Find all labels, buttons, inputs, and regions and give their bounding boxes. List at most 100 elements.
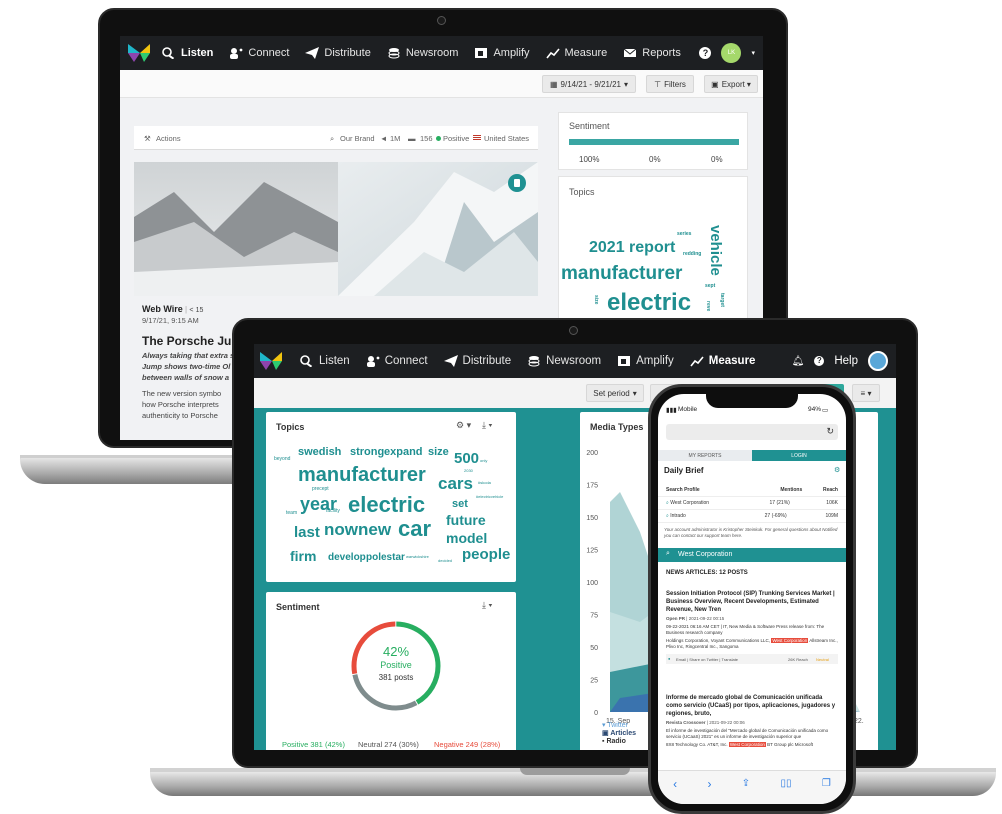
bookmarks-icon[interactable]: ▯▯ xyxy=(780,778,791,789)
gear-icon[interactable]: ⚙ xyxy=(834,466,840,474)
word[interactable]: #skoda xyxy=(478,480,491,485)
word[interactable]: 2021 report xyxy=(589,239,675,257)
actions-label[interactable]: Actions xyxy=(156,134,181,143)
nav-listen[interactable]: Listen xyxy=(300,355,350,367)
word[interactable]: sept xyxy=(705,283,715,289)
word[interactable]: facility xyxy=(326,508,340,514)
article-title[interactable]: Informe de mercado global de Comunicació… xyxy=(666,694,838,718)
nav-listen[interactable]: Listen xyxy=(162,47,213,59)
profile-bar[interactable]: ⌕ West Corporation xyxy=(658,548,846,562)
word[interactable]: model xyxy=(446,530,487,546)
reload-icon[interactable]: ↻ xyxy=(826,426,834,437)
word[interactable]: car xyxy=(398,516,431,542)
reach-value: 26K Reach xyxy=(788,657,808,662)
word[interactable]: warwickshire xyxy=(406,554,429,559)
help-icon[interactable]: ? xyxy=(814,356,825,366)
word[interactable]: expand xyxy=(384,446,423,458)
browser-url-bar[interactable]: ↻ xyxy=(666,424,838,440)
download-icon[interactable]: ⤓ ▾ xyxy=(482,600,492,611)
filters-button[interactable]: ⊤ Filters xyxy=(646,75,694,93)
tab-my-reports[interactable]: MY REPORTS xyxy=(658,450,752,461)
word[interactable]: set xyxy=(452,498,468,510)
nav-newsroom[interactable]: Newsroom xyxy=(527,355,601,367)
word[interactable]: swedish xyxy=(298,446,341,458)
word[interactable]: redding xyxy=(683,251,701,257)
export-button[interactable]: ▣ Export ▾ xyxy=(704,75,758,93)
amplify-icon xyxy=(475,48,488,58)
download-icon[interactable]: ⤓ ▾ xyxy=(482,420,492,431)
article-title[interactable]: Session Initiation Protocol (SIP) Trunki… xyxy=(666,590,838,614)
tabs-icon[interactable]: ❐ xyxy=(822,778,831,789)
word[interactable]: electric xyxy=(607,289,691,317)
word[interactable]: precept xyxy=(312,486,329,492)
table-row[interactable]: ⌕ Intrado 27 (-69%) 109M xyxy=(658,510,846,523)
article-title[interactable]: The Porsche Jur xyxy=(142,334,236,348)
positive-dot-icon xyxy=(436,136,441,141)
word[interactable]: series xyxy=(677,231,691,237)
word[interactable]: #electricvehicle xyxy=(476,494,503,499)
news-article[interactable]: Session Initiation Protocol (SIP) Trunki… xyxy=(666,590,838,664)
word[interactable]: nownew xyxy=(324,520,391,540)
word[interactable]: manufacturer xyxy=(298,464,426,487)
menu-button[interactable]: ≡ ▾ xyxy=(852,384,880,402)
legend-negative[interactable]: Negative 249 (28%) xyxy=(434,740,500,749)
table-row[interactable]: ⌕ West Corporation 17 (21%) 106K xyxy=(658,497,846,510)
word[interactable]: strong xyxy=(350,446,384,458)
legend-positive[interactable]: Positive 381 (42%) xyxy=(282,740,345,749)
nav-connect[interactable]: Connect xyxy=(366,355,428,367)
share-icon[interactable]: ⇪ xyxy=(742,778,750,789)
word[interactable]: size xyxy=(593,295,599,304)
word[interactable]: cars xyxy=(438,474,473,494)
nav-distribute[interactable]: Distribute xyxy=(443,355,511,367)
word[interactable]: beyond xyxy=(274,456,290,462)
share-links[interactable]: Email | Share on Twitter | Translate xyxy=(676,657,738,662)
word[interactable]: people xyxy=(462,546,510,563)
word[interactable]: target xyxy=(719,293,725,307)
news-article[interactable]: Informe de mercado global de Comunicació… xyxy=(666,694,838,748)
nav-amplify[interactable]: Amplify xyxy=(617,355,674,367)
word[interactable]: 2030 xyxy=(464,468,473,473)
word[interactable]: 500 xyxy=(454,450,479,467)
avatar[interactable] xyxy=(868,351,888,371)
legend-radio[interactable]: ▪ Radio xyxy=(602,738,636,746)
nav-connect[interactable]: Connect xyxy=(229,47,289,59)
word[interactable]: reve xyxy=(705,301,711,311)
back-icon[interactable]: ‹ xyxy=(673,777,677,791)
legend-twitter[interactable]: ▾ Twitter xyxy=(602,722,636,730)
word[interactable]: team xyxy=(286,510,297,516)
forward-icon[interactable]: › xyxy=(707,777,711,791)
help-icon[interactable]: ? xyxy=(699,47,712,59)
word[interactable]: develop xyxy=(328,552,366,563)
app-logo-icon[interactable] xyxy=(260,352,282,370)
date-range-button[interactable]: ▦ 9/14/21 - 9/21/21 ▾ xyxy=(542,75,636,93)
app-logo-icon[interactable] xyxy=(128,44,150,62)
avatar[interactable]: LK xyxy=(721,43,742,63)
word[interactable]: decided xyxy=(438,558,452,563)
nav-newsroom[interactable]: Newsroom xyxy=(387,47,458,59)
gear-icon[interactable]: ⚙ ▾ xyxy=(456,420,471,431)
nav-amplify[interactable]: Amplify xyxy=(474,47,530,59)
article-source[interactable]: Web Wire xyxy=(142,304,183,314)
word[interactable]: polestar xyxy=(366,552,405,563)
word[interactable]: future xyxy=(446,512,486,528)
article-image[interactable] xyxy=(134,162,538,296)
nav-reports[interactable]: Reports xyxy=(623,47,681,59)
legend-articles[interactable]: ▣ Articles xyxy=(602,730,636,738)
set-period-button[interactable]: Set period ▾ xyxy=(586,384,644,402)
chevron-down-icon[interactable]: ▾ xyxy=(751,49,755,57)
word[interactable]: firm xyxy=(290,548,316,564)
nav-measure[interactable]: Measure xyxy=(690,355,755,367)
nav-measure[interactable]: Measure xyxy=(545,47,607,59)
word[interactable]: manufacturer xyxy=(561,263,682,285)
tab-login[interactable]: LOGIN xyxy=(752,450,846,461)
bell-icon[interactable]: 🔔︎ xyxy=(792,356,805,367)
word[interactable]: electric xyxy=(348,492,425,518)
legend-neutral[interactable]: Neutral 274 (30%) xyxy=(358,740,419,749)
document-badge-icon[interactable] xyxy=(508,174,526,192)
word[interactable]: vehicle xyxy=(707,225,724,276)
word[interactable]: last xyxy=(294,524,320,541)
nav-distribute[interactable]: Distribute xyxy=(305,47,371,59)
word[interactable]: only xyxy=(480,458,487,463)
word[interactable]: size xyxy=(428,446,449,458)
help-label[interactable]: Help xyxy=(834,355,858,367)
